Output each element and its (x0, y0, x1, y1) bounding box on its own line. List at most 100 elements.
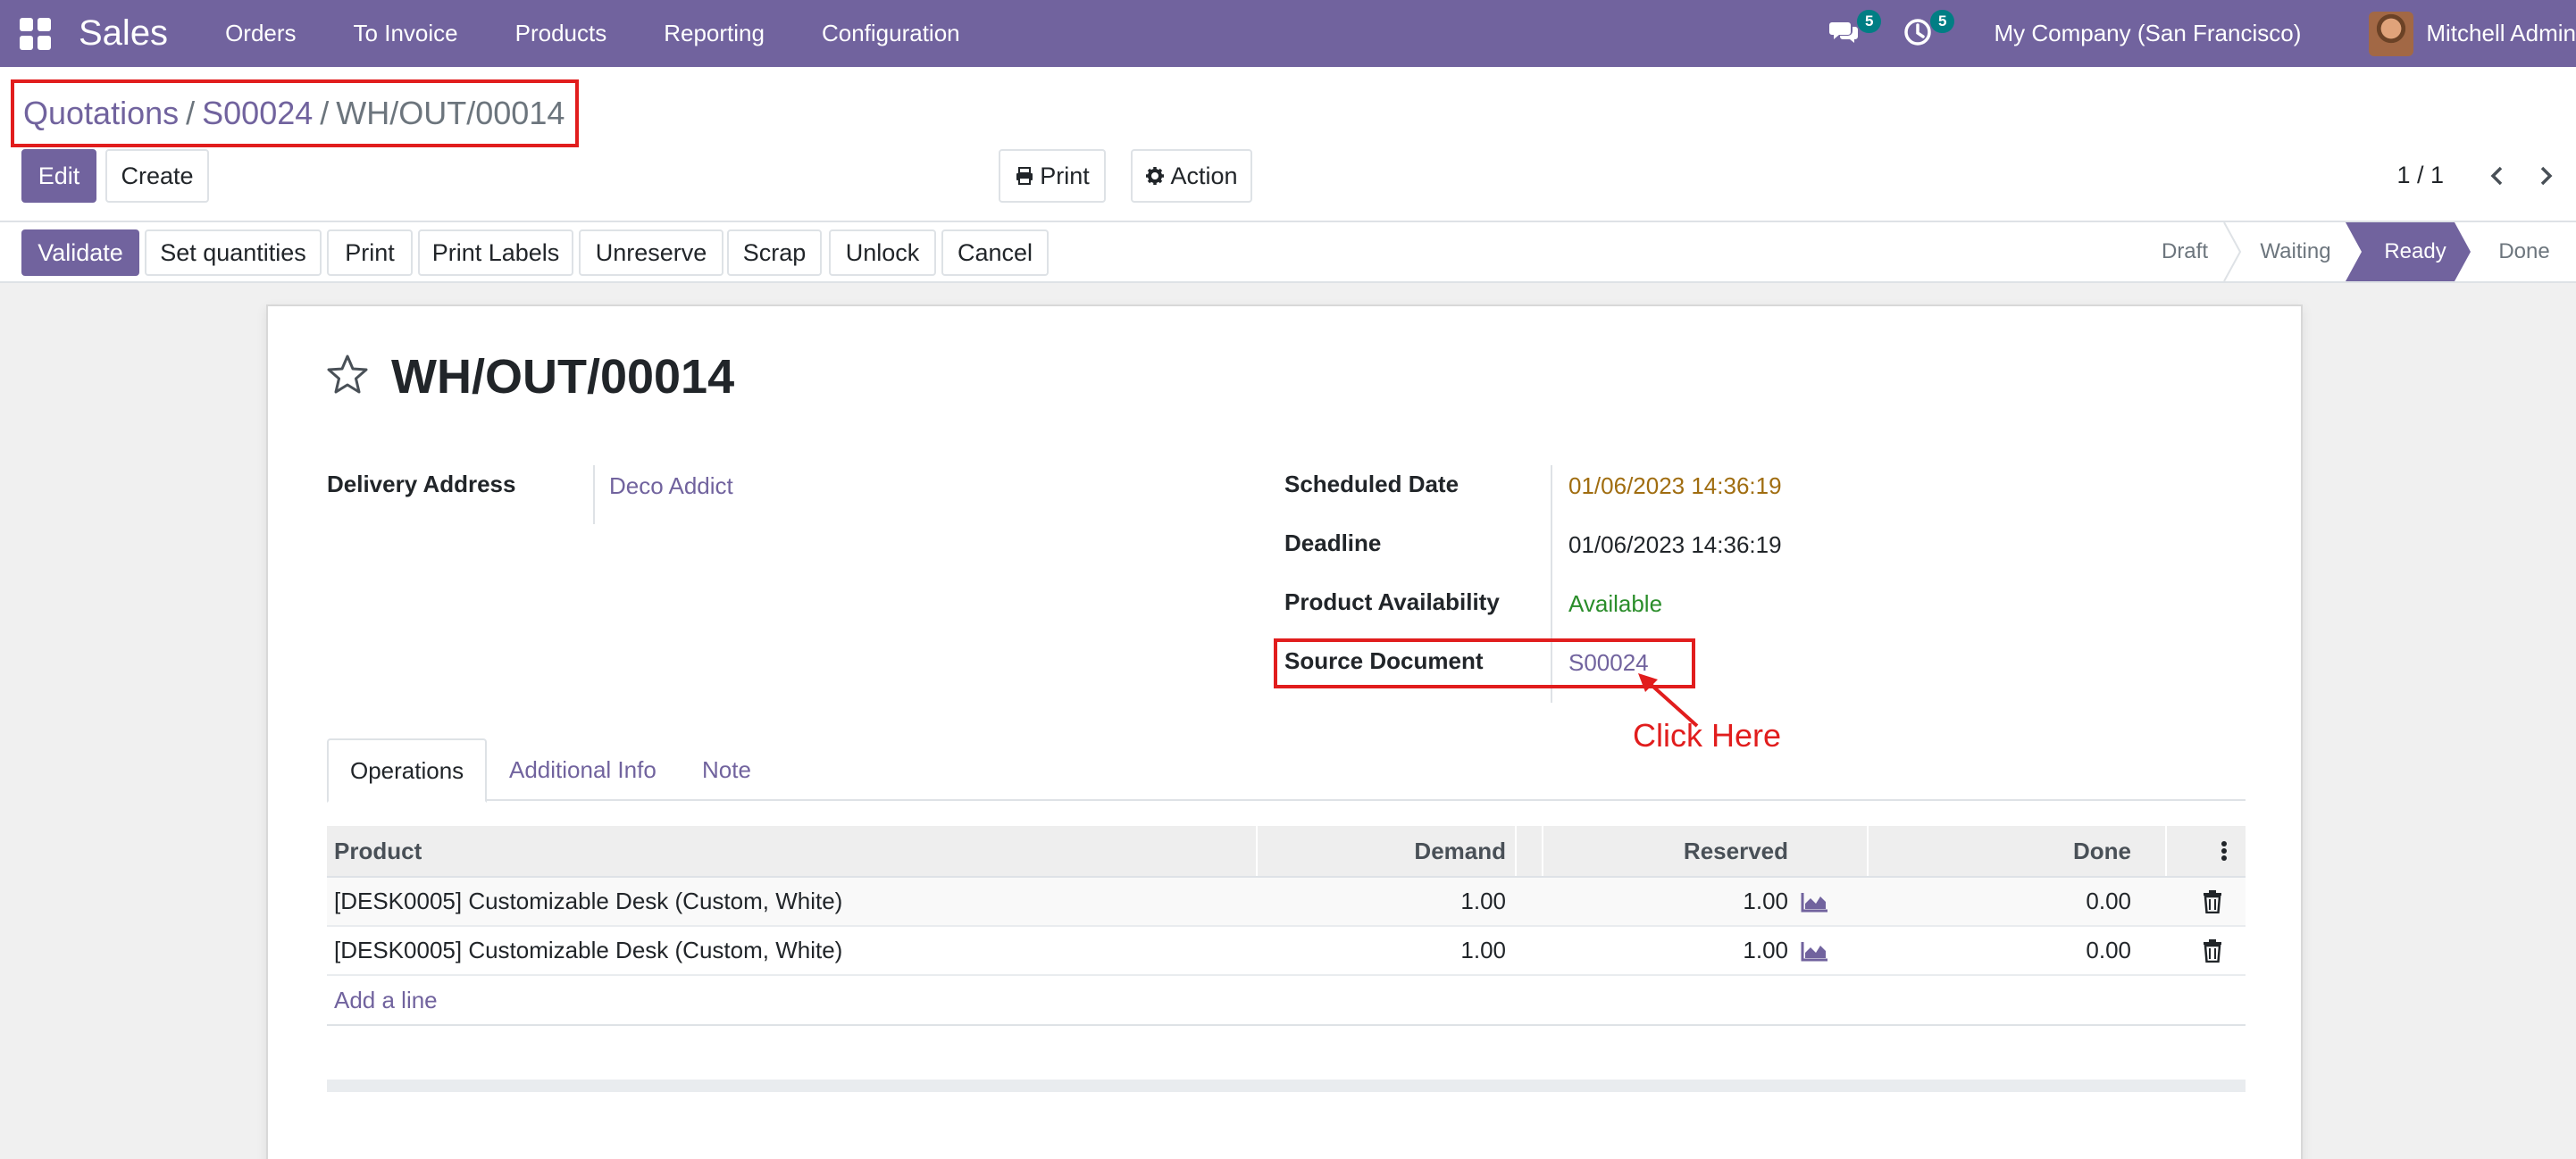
company-switcher[interactable]: My Company (San Francisco) (1994, 20, 2301, 47)
chevron-left-icon (2490, 166, 2503, 186)
user-menu[interactable]: Mitchell Admin (2426, 20, 2576, 47)
messages-count-badge: 5 (1857, 9, 1882, 33)
cell-demand[interactable]: 1.00 (1256, 878, 1506, 925)
cell-done[interactable]: 0.00 (1867, 878, 2131, 925)
create-button-label: Create (121, 162, 194, 189)
edit-button-label: Edit (38, 162, 80, 189)
scheduled-date-value[interactable]: 01/06/2023 14:36:19 (1568, 472, 1782, 500)
activities-button[interactable]: 5 (1903, 9, 1955, 51)
table-footer-bar (327, 1080, 2246, 1092)
stage-draft[interactable]: Draft (2137, 222, 2233, 281)
breadcrumb-separator: / (186, 95, 196, 131)
forecast-button[interactable] (1801, 878, 1829, 925)
cancel-button[interactable]: Cancel (941, 229, 1049, 276)
add-a-line-label: Add a line (334, 986, 438, 1013)
field-separator (593, 465, 595, 524)
menu-products[interactable]: Products (487, 20, 636, 47)
operations-table: Product Demand Reserved Done [DESK0005] … (327, 826, 2246, 1026)
optional-columns-toggle[interactable] (2213, 826, 2235, 876)
form-sheet: WH/OUT/00014 Delivery Address Deco Addic… (266, 304, 2303, 1159)
apps-grid-icon[interactable] (20, 17, 52, 50)
tab-operations[interactable]: Operations (327, 738, 488, 803)
action-dropdown-button[interactable]: Action (1131, 149, 1252, 203)
breadcrumb-quotations[interactable]: Quotations (23, 95, 179, 132)
tab-note[interactable]: Note (702, 738, 751, 801)
edit-button[interactable]: Edit (21, 149, 96, 203)
record-title: WH/OUT/00014 (391, 350, 735, 404)
product-availability-label: Product Availability (1284, 588, 1500, 615)
set-quantities-button[interactable]: Set quantities (145, 229, 322, 276)
print-dropdown-button[interactable]: Print (999, 149, 1106, 203)
table-header: Product Demand Reserved Done (327, 826, 2246, 878)
column-done[interactable]: Done (1867, 826, 2131, 876)
cell-done[interactable]: 0.00 (1867, 927, 2131, 974)
app-brand[interactable]: Sales (79, 13, 168, 54)
statusbar: Validate Set quantities Print Print Labe… (0, 222, 2576, 283)
column-product[interactable]: Product (334, 826, 422, 876)
avatar[interactable] (2369, 11, 2414, 56)
stage-waiting[interactable]: Waiting (2247, 222, 2344, 281)
chevron-right-icon (2540, 166, 2553, 186)
print-icon (1016, 167, 1033, 185)
delivery-address-value[interactable]: Deco Addict (609, 472, 733, 500)
breadcrumb-current: WH/OUT/00014 (336, 95, 565, 131)
clock-icon (1904, 18, 1932, 46)
validate-button[interactable]: Validate (21, 229, 139, 276)
forecast-button[interactable] (1801, 927, 1829, 974)
scheduled-date-label: Scheduled Date (1284, 471, 1459, 497)
breadcrumb-sale-order[interactable]: S00024 (202, 95, 313, 132)
cell-product[interactable]: [DESK0005] Customizable Desk (Custom, Wh… (334, 927, 842, 974)
activities-count-badge: 5 (1930, 9, 1955, 33)
scrap-button[interactable]: Scrap (727, 229, 822, 276)
table-row[interactable]: [DESK0005] Customizable Desk (Custom, Wh… (327, 927, 2246, 976)
column-demand[interactable]: Demand (1256, 826, 1506, 876)
column-separator (2165, 826, 2167, 876)
area-chart-icon (1801, 941, 1827, 961)
unlock-button[interactable]: Unlock (829, 229, 936, 276)
breadcrumb-separator: / (320, 95, 330, 131)
breadcrumb: Quotations / S00024 / WH/OUT/00014 (11, 79, 579, 147)
menu-to-invoice[interactable]: To Invoice (325, 20, 487, 47)
add-a-line-link[interactable]: Add a line (327, 976, 2246, 1026)
gear-icon (1146, 167, 1165, 185)
star-icon[interactable] (325, 353, 370, 397)
print-button[interactable]: Print (327, 229, 413, 276)
pager-previous-button[interactable] (2481, 158, 2512, 194)
menu-reporting[interactable]: Reporting (635, 20, 793, 47)
cell-reserved[interactable]: 1.00 (1542, 927, 1788, 974)
menu-orders[interactable]: Orders (197, 20, 324, 47)
control-panel: Quotations / S00024 / WH/OUT/00014 Edit … (0, 67, 2576, 222)
cell-demand[interactable]: 1.00 (1256, 927, 1506, 974)
stage-done[interactable]: Done (2480, 222, 2569, 281)
pager-next-button[interactable] (2531, 158, 2562, 194)
tab-additional-info[interactable]: Additional Info (509, 738, 657, 801)
column-reserved[interactable]: Reserved (1542, 826, 1788, 876)
unreserve-button[interactable]: Unreserve (579, 229, 723, 276)
messages-button[interactable]: 5 (1829, 9, 1882, 51)
product-availability-value: Available (1568, 590, 1663, 617)
print-button-label: Print (1040, 162, 1090, 189)
kebab-menu-icon (2221, 841, 2227, 861)
area-chart-icon (1801, 892, 1827, 912)
notebook-tabs: Operations Additional Info Note (327, 738, 2246, 803)
cell-product[interactable]: [DESK0005] Customizable Desk (Custom, Wh… (334, 878, 842, 925)
top-navbar: Sales Orders To Invoice Products Reporti… (0, 0, 2576, 67)
table-row[interactable]: [DESK0005] Customizable Desk (Custom, Wh… (327, 878, 2246, 927)
trash-icon (2204, 889, 2221, 913)
delete-row-button[interactable] (2203, 878, 2222, 925)
pager-value[interactable]: 1 / 1 (2396, 162, 2444, 189)
menu-configuration[interactable]: Configuration (793, 20, 989, 47)
cell-reserved[interactable]: 1.00 (1542, 878, 1788, 925)
column-separator (1515, 826, 1517, 876)
trash-icon (2204, 938, 2221, 963)
stage-ready[interactable]: Ready (2362, 222, 2469, 281)
deadline-value[interactable]: 01/06/2023 14:36:19 (1568, 531, 1782, 559)
create-button[interactable]: Create (105, 149, 209, 203)
chat-icon (1829, 21, 1859, 43)
deadline-label: Deadline (1284, 529, 1382, 556)
print-labels-button[interactable]: Print Labels (418, 229, 573, 276)
source-document-highlight (1274, 638, 1695, 688)
delete-row-button[interactable] (2203, 927, 2222, 974)
delivery-address-label: Delivery Address (327, 471, 516, 497)
action-button-label: Action (1170, 162, 1238, 189)
